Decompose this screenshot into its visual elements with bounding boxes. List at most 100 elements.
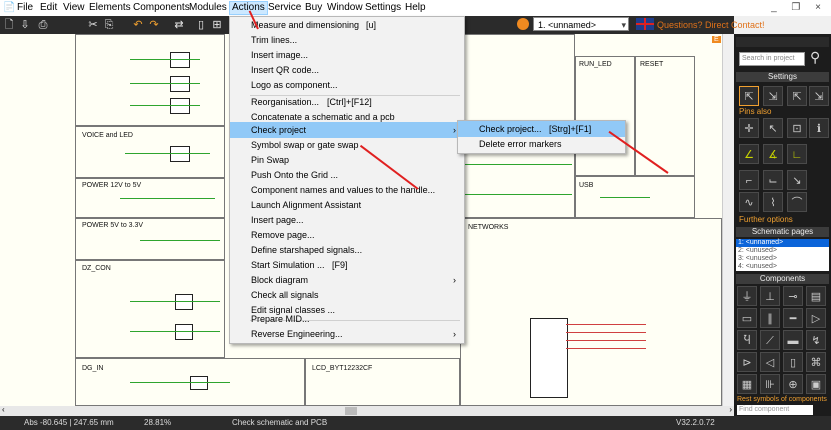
opamp-symbol-icon[interactable]: ◁ bbox=[760, 352, 780, 372]
component-symbol[interactable] bbox=[175, 294, 193, 310]
component-symbol[interactable] bbox=[175, 324, 193, 340]
undo-icon[interactable]: ↶ bbox=[131, 18, 145, 32]
menu-components[interactable]: Components bbox=[133, 2, 190, 14]
select-mode-icon[interactable]: ⇲ bbox=[763, 86, 783, 106]
cut-icon[interactable]: ✂ bbox=[86, 18, 100, 32]
document-icon[interactable]: ▯ bbox=[194, 18, 208, 32]
speaker-symbol-icon[interactable]: ▣ bbox=[806, 374, 826, 394]
menu-file[interactable]: File bbox=[17, 2, 33, 14]
fuse-symbol-icon[interactable]: ▬ bbox=[783, 330, 803, 350]
page-item[interactable]: 4: <unused> bbox=[736, 263, 829, 271]
menu-item-delete-markers[interactable]: Delete error markers bbox=[458, 136, 625, 152]
shop-icon[interactable] bbox=[517, 18, 529, 30]
binoculars-icon[interactable]: ⚲ bbox=[810, 49, 820, 66]
new-file-icon[interactable]: 🗋 bbox=[2, 18, 16, 32]
menu-item-check-project-run[interactable]: Check project... [Strg]+[F1] bbox=[458, 121, 625, 137]
info-icon[interactable]: ℹ bbox=[809, 118, 829, 138]
battery-symbol-icon[interactable]: ⊥ bbox=[760, 286, 780, 306]
angle-45-icon[interactable]: ∡ bbox=[763, 144, 783, 164]
line-diagonal-icon[interactable]: ↘ bbox=[787, 170, 807, 190]
menu-service[interactable]: Service bbox=[268, 2, 301, 14]
snap-icon[interactable]: ⊡ bbox=[787, 118, 807, 138]
connector-symbol-icon[interactable]: ⊸ bbox=[783, 286, 803, 306]
component-symbol[interactable] bbox=[170, 52, 190, 68]
capacitor-symbol-icon[interactable]: ∥ bbox=[760, 308, 780, 328]
scroll-right-icon[interactable]: › bbox=[729, 405, 732, 414]
menu-item-block-diagram[interactable]: Block diagram › bbox=[230, 272, 464, 288]
component-symbol[interactable] bbox=[170, 76, 190, 92]
chip-symbol-icon[interactable]: ▦ bbox=[737, 374, 757, 394]
ic-symbol-icon[interactable]: ▤ bbox=[806, 286, 826, 306]
menu-item-prepare-mid[interactable]: Prepare MID... bbox=[230, 311, 464, 327]
window-controls[interactable]: _ ❐ × bbox=[771, 2, 827, 13]
menu-item-reorganisation[interactable]: Reorganisation... [Ctrl]+[F12] bbox=[230, 94, 464, 110]
pins-also-toggle[interactable]: Pins also bbox=[739, 107, 771, 116]
line-straight-icon[interactable]: ⌐ bbox=[739, 170, 759, 190]
project-select[interactable]: 1. <unnamed> ▾ bbox=[533, 17, 629, 31]
angle-90-icon[interactable]: ∟ bbox=[787, 144, 807, 164]
angle-free-icon[interactable]: ∠ bbox=[739, 144, 759, 164]
settings-header[interactable]: Settings bbox=[736, 72, 829, 82]
menu-item-check-signals[interactable]: Check all signals bbox=[230, 287, 464, 303]
scroll-left-icon[interactable]: ‹ bbox=[2, 405, 5, 414]
error-marker-badge[interactable]: E bbox=[712, 36, 721, 43]
menu-item-push-grid[interactable]: Push Onto the Grid ... bbox=[230, 167, 464, 183]
crystal-symbol-icon[interactable]: ▯ bbox=[783, 352, 803, 372]
gate-symbol-icon[interactable]: ⊳ bbox=[737, 352, 757, 372]
crosshair-icon[interactable]: ✛ bbox=[739, 118, 759, 138]
menu-item-pin-swap[interactable]: Pin Swap bbox=[230, 152, 464, 168]
motor-symbol-icon[interactable]: ⊕ bbox=[783, 374, 803, 394]
horizontal-scrollbar[interactable]: ‹ › bbox=[0, 405, 734, 416]
transistor-symbol-icon[interactable]: Ⴏ bbox=[737, 330, 757, 350]
menu-item-simulation[interactable]: Start Simulation ... [F9] bbox=[230, 257, 464, 273]
menu-item-alignment[interactable]: Launch Alignment Assistant bbox=[230, 197, 464, 213]
copy-icon[interactable]: ⎘ bbox=[102, 18, 116, 32]
ground-symbol-icon[interactable]: ⏚ bbox=[737, 286, 757, 306]
menu-buy[interactable]: Buy bbox=[305, 2, 322, 14]
page-item[interactable]: 3: <unused> bbox=[736, 255, 829, 263]
menu-view[interactable]: View bbox=[63, 2, 85, 14]
menu-item-measure[interactable]: Measure and dimensioning [u] bbox=[230, 17, 464, 33]
select-tool-icon[interactable]: ⇱ bbox=[739, 86, 759, 106]
contact-link[interactable]: Questions? Direct Contact! bbox=[657, 20, 765, 30]
uk-flag-icon[interactable] bbox=[636, 18, 654, 30]
schematic-pages-header[interactable]: Schematic pages bbox=[736, 227, 829, 237]
menu-item-logo[interactable]: Logo as component... bbox=[230, 77, 464, 93]
led-symbol-icon[interactable]: ↯ bbox=[806, 330, 826, 350]
print-icon[interactable]: ⎙ bbox=[36, 18, 50, 32]
line-zigzag-icon[interactable]: ⌇ bbox=[763, 192, 783, 212]
line-arc-icon[interactable]: ⌒ bbox=[787, 192, 807, 212]
menu-window[interactable]: Window bbox=[327, 2, 363, 14]
menu-settings[interactable]: Settings bbox=[365, 2, 401, 14]
diode-symbol-icon[interactable]: ▷ bbox=[806, 308, 826, 328]
menu-item-insert-qr[interactable]: Insert QR code... bbox=[230, 62, 464, 78]
page-item[interactable]: 2: <unused> bbox=[736, 247, 829, 255]
menu-edit[interactable]: Edit bbox=[40, 2, 57, 14]
menu-item-check-project[interactable]: Check project › bbox=[230, 122, 464, 138]
component-symbol[interactable] bbox=[170, 146, 190, 162]
microcontroller-ic[interactable] bbox=[530, 318, 568, 398]
component-symbol[interactable] bbox=[190, 376, 208, 390]
import-icon[interactable]: ⇄ bbox=[172, 18, 186, 32]
page-item[interactable]: 1: <unnamed> bbox=[736, 239, 829, 247]
menu-elements[interactable]: Elements bbox=[89, 2, 131, 14]
scroll-thumb[interactable] bbox=[345, 407, 357, 415]
pointer-icon[interactable]: ↖ bbox=[763, 118, 783, 138]
resistor-symbol-icon[interactable]: ▭ bbox=[737, 308, 757, 328]
grid-icon[interactable]: ⊞ bbox=[210, 18, 224, 32]
redo-icon[interactable]: ↷ bbox=[147, 18, 161, 32]
select-all-icon[interactable]: ⇲ bbox=[809, 86, 829, 106]
panel-scroll-top[interactable] bbox=[736, 37, 829, 47]
components-header[interactable]: Components bbox=[736, 274, 829, 284]
line-step-icon[interactable]: ⌙ bbox=[763, 170, 783, 190]
menu-item-remove-page[interactable]: Remove page... bbox=[230, 227, 464, 243]
relay-symbol-icon[interactable]: ⌘ bbox=[806, 352, 826, 372]
menu-item-symbol-swap[interactable]: Symbol swap or gate swap bbox=[230, 137, 464, 153]
further-options-link[interactable]: Further options bbox=[739, 215, 793, 224]
rest-symbols-link[interactable]: Rest symbols of components bbox=[737, 396, 827, 403]
save-icon[interactable]: ⇩ bbox=[18, 18, 32, 32]
project-search-input[interactable]: Search in project bbox=[739, 52, 805, 66]
menu-item-insert-image[interactable]: Insert image... bbox=[230, 47, 464, 63]
switch-symbol-icon[interactable]: ⟋ bbox=[760, 330, 780, 350]
menu-modules[interactable]: Modules bbox=[189, 2, 227, 14]
